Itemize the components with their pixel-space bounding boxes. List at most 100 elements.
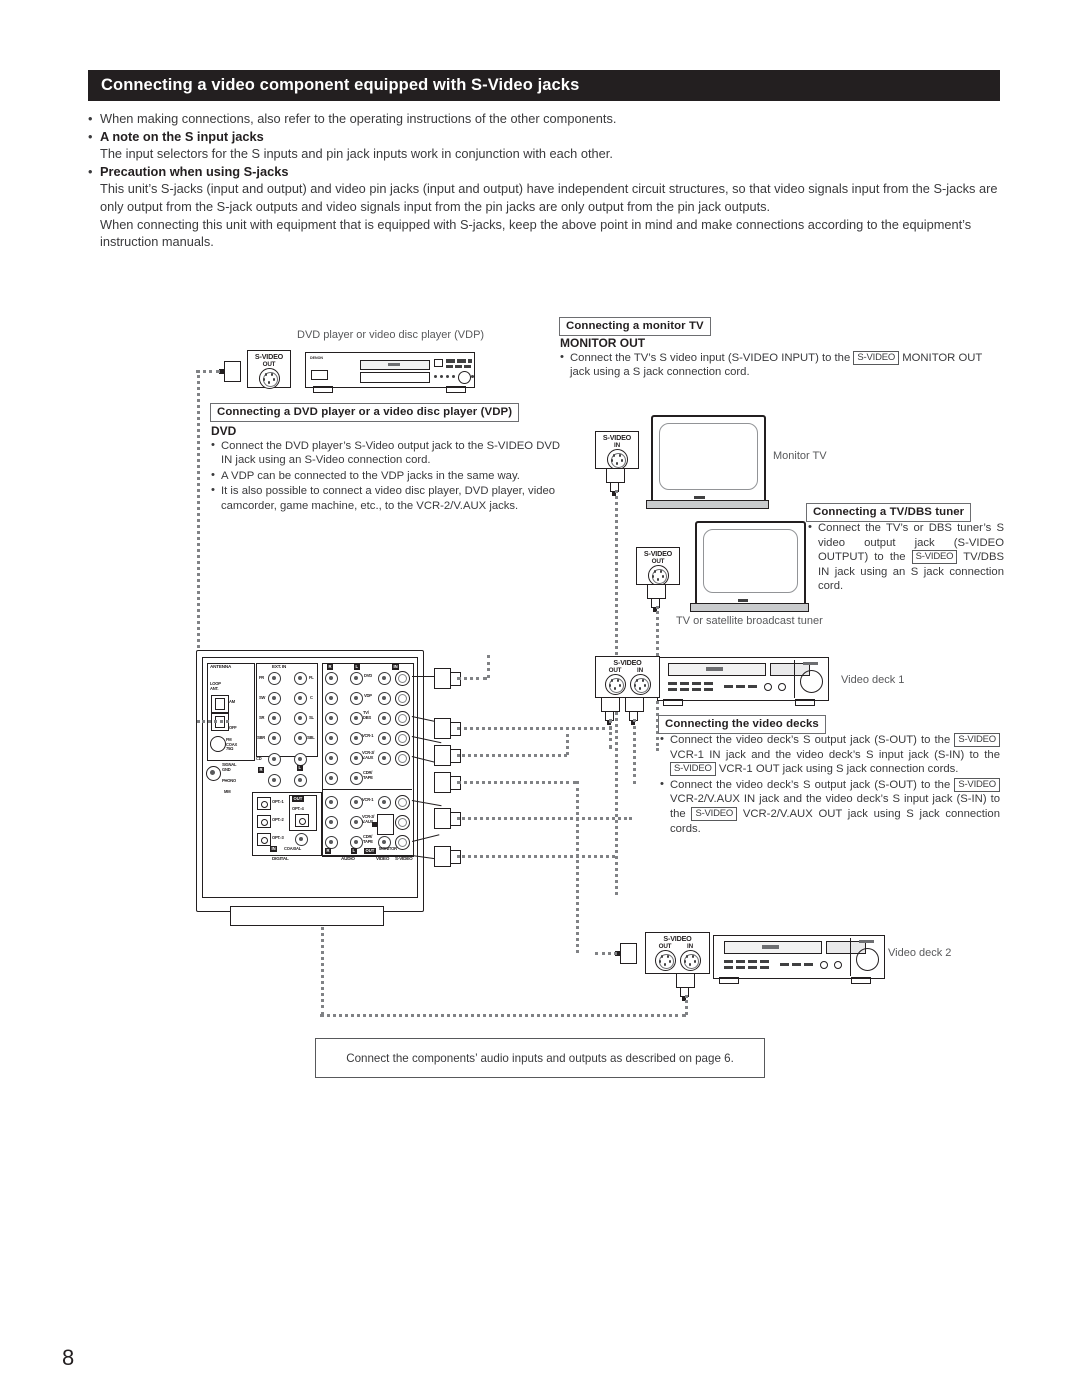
ext-jack-sw <box>268 692 281 705</box>
decks-b1-tag2: S-VIDEO <box>670 762 716 777</box>
deck2-out-label: OUT <box>658 943 672 950</box>
cable-vcr2in-riser <box>576 781 579 953</box>
ext-jack-sbl <box>294 732 307 745</box>
intro-heading-2: Precaution when using S-jacks <box>100 163 289 179</box>
deck1-svideo-plate: S-VIDEO OUT IN <box>595 656 660 698</box>
dvd-plate-title: S-VIDEO <box>254 352 284 361</box>
ext-ch-fl: FL <box>309 675 314 680</box>
din-connector-icon <box>604 674 626 695</box>
ext-ch-fr: FR <box>259 675 265 680</box>
vdp-svideo-jack <box>395 691 410 706</box>
din-connector-icon <box>606 449 628 470</box>
monitor-svideo-in-plate: S-VIDEO IN <box>595 431 639 470</box>
intro-text-block: • When making connections, also refer to… <box>88 110 1004 251</box>
bottom-note-text: Connect the components’ audio inputs and… <box>346 1051 734 1065</box>
decks-b1-c: VCR-1 OUT jack using S jack connection c… <box>718 763 959 776</box>
video-deck-2-label: Video deck 2 <box>888 947 952 959</box>
ext-ch-sw: SW <box>259 695 266 700</box>
video-label: VIDEO <box>376 856 390 861</box>
dvd-subheading: DVD <box>211 424 237 438</box>
vdp-video-jack <box>378 692 391 705</box>
deck1-foot-left <box>663 699 683 706</box>
ext-jack-sr <box>268 712 281 725</box>
monitor-group-label: MONITOR <box>379 846 397 851</box>
phono-l-tag: L <box>297 765 303 771</box>
decks-section-box-title: Connecting the video decks <box>658 715 826 734</box>
decks-b1-tag1: S-VIDEO <box>954 733 1000 747</box>
vcr1in-audio-r <box>325 732 338 745</box>
vcr1in-video-jack <box>378 732 391 745</box>
monitor-plate-sub: IN <box>614 442 620 449</box>
coaxial-jack <box>295 833 308 846</box>
vdp-audio-r <box>325 692 338 705</box>
row-vcr1-in-label: VCR-1 <box>362 733 374 738</box>
tuner-tv-device <box>695 521 806 609</box>
ext-jack-fl <box>294 672 307 685</box>
monitor-svideo-jack <box>395 835 410 850</box>
antenna-label: ANTENNA <box>210 664 232 669</box>
cd-label: CD <box>256 756 262 761</box>
plug-body-icon <box>434 668 451 689</box>
plug-body-icon <box>434 846 451 867</box>
opt1-label: OPT.-1 <box>272 799 284 804</box>
deck2-cable-plug-out <box>615 943 637 964</box>
monitor-b1-a: Connect the TV’s S video input (S-VIDEO … <box>570 351 851 364</box>
fm-coax-label: FM COAX 75Ω <box>226 737 238 752</box>
deck2-cable-bottom-run <box>320 1014 686 1017</box>
tuner-tv-led <box>738 599 748 602</box>
dvd-player-device: DENON <box>305 352 475 388</box>
deck2-foot-left <box>719 977 739 984</box>
decks-b2-tag1: S-VIDEO <box>954 777 1000 792</box>
phono-label: PHONO <box>222 778 237 783</box>
monitor-bullet-1: Connect the TV’s S video input (S-VIDEO … <box>560 350 1000 380</box>
din-connector-icon <box>629 674 651 695</box>
vcr2out-audio-r <box>325 816 338 829</box>
loop-ant-label: LOOP ANT. <box>210 681 221 691</box>
tvdbs-svideo-jack <box>395 711 410 726</box>
deck1-in-label: IN <box>637 667 643 674</box>
tuner-section-text: Connect the TV’s or DBS tuner’s S video … <box>808 520 1004 595</box>
video-deck-1-device <box>657 657 829 701</box>
plug-body-icon <box>606 468 625 483</box>
monitor-subheading: MONITOR OUT <box>560 336 646 350</box>
out-tag-digital: OUT <box>292 796 304 802</box>
monitor-section-text: MONITOR OUT Connect the TV’s S video inp… <box>560 336 1000 381</box>
row-cdr-in-label: CDR/TAPE <box>363 770 373 780</box>
monitor-tv-device <box>651 415 766 506</box>
mm-label: MM <box>224 789 231 794</box>
decks-section-text: Connect the video deck’s S output jack (… <box>660 732 1000 837</box>
dvd-video-jack <box>378 672 391 685</box>
opt4-label: OPT.-4 <box>292 806 304 811</box>
vcr1out-svideo-jack <box>395 795 410 810</box>
cable-vcr1out-run <box>457 817 632 820</box>
cdrin-audio-r <box>325 772 338 785</box>
dvd-audio-r <box>325 672 338 685</box>
tvdbs-audio-r <box>325 712 338 725</box>
receiver-rear-panel: ANTENNA LOOP ANT. AM OFF FM COAX 75Ω SIGNAL… <box>196 650 424 926</box>
row-vdp-label: VDP <box>364 693 372 698</box>
vcr1in-svideo-jack <box>395 731 410 746</box>
plug-body-icon <box>434 745 451 766</box>
leader-dvd <box>412 676 434 677</box>
dvd-section-box-title: Connecting a DVD player or a video disc … <box>210 403 520 422</box>
cable-dvd-riser <box>487 655 490 678</box>
monitor-tv-base <box>646 500 769 509</box>
tuner-plate-sub: OUT <box>651 558 665 565</box>
tvdbs-audio-l <box>350 712 363 725</box>
tuner-b1-tag: S-VIDEO <box>911 550 958 565</box>
decks-bullet-2: Connect the video deck’s S output jack (… <box>660 777 1000 836</box>
dvd-bullet-2: A VDP can be connected to the VDP jacks … <box>211 468 571 484</box>
cable-dvd-run <box>457 677 487 680</box>
phono-r-tag: R <box>258 767 265 773</box>
video-deck-1-label: Video deck 1 <box>841 674 905 686</box>
intro-line-1: When making connections, also refer to t… <box>100 111 617 126</box>
audio-r-tag-bottom: R <box>325 848 332 854</box>
intro-heading-1: A note on the S input jacks <box>100 128 264 144</box>
dvd-player-caption: DVD player or video disc player (VDP) <box>297 329 485 341</box>
in-tag-digital: IN <box>270 846 278 852</box>
decks-b1-b: VCR-1 IN jack and the video deck’s S inp… <box>670 748 1000 761</box>
page-number: 8 <box>62 1345 75 1370</box>
row-vcr2-in-label: VCR-2/V.AUX <box>362 750 375 760</box>
digital-label: DIGITAL <box>272 856 289 861</box>
audio-l-tag: L <box>354 664 360 670</box>
